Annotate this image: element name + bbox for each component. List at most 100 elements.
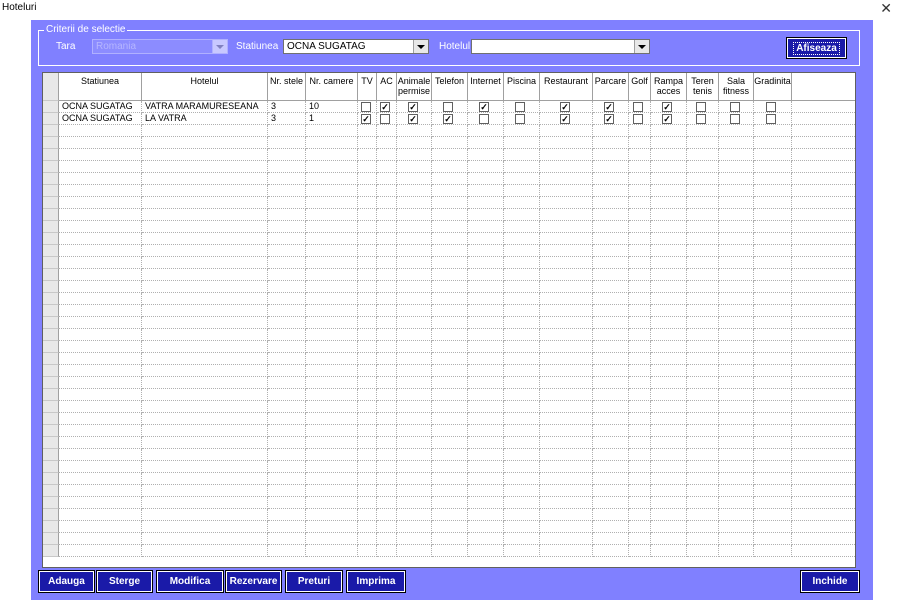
cell-restaurant[interactable] xyxy=(540,413,593,425)
cell-internet[interactable] xyxy=(468,185,504,197)
cell-ac[interactable] xyxy=(377,533,397,545)
cell-piscina[interactable] xyxy=(504,449,540,461)
cell-ac[interactable] xyxy=(377,449,397,461)
cell-animale-permise[interactable] xyxy=(397,521,432,533)
cell-hotelul[interactable] xyxy=(142,257,268,269)
cell-statiunea[interactable] xyxy=(59,425,142,437)
checked-checkbox[interactable]: ✓ xyxy=(604,114,614,124)
cell-rampa-acces[interactable]: ✓ xyxy=(651,101,687,113)
cell-ac[interactable] xyxy=(377,497,397,509)
cell-rampa-acces[interactable] xyxy=(651,209,687,221)
cell-internet[interactable] xyxy=(468,413,504,425)
cell-statiunea[interactable] xyxy=(59,125,142,137)
cell-telefon[interactable] xyxy=(432,137,468,149)
cell-parcare[interactable] xyxy=(593,437,629,449)
cell-tv[interactable] xyxy=(358,209,377,221)
cell-sala-fitness[interactable] xyxy=(719,185,754,197)
cell-golf[interactable] xyxy=(629,149,651,161)
cell-ac[interactable]: ✓ xyxy=(377,101,397,113)
cell-rampa-acces[interactable] xyxy=(651,221,687,233)
cell-nr-stele[interactable] xyxy=(268,509,306,521)
cell-nr-stele[interactable] xyxy=(268,353,306,365)
cell-ac[interactable] xyxy=(377,389,397,401)
cell-internet[interactable] xyxy=(468,521,504,533)
cell-parcare[interactable] xyxy=(593,161,629,173)
cell-tv[interactable] xyxy=(358,329,377,341)
cell-gradinita[interactable] xyxy=(754,149,792,161)
cell-internet[interactable] xyxy=(468,473,504,485)
column-header-tv[interactable]: TV xyxy=(358,73,377,101)
cell-animale-permise[interactable] xyxy=(397,317,432,329)
cell-teren-tenis[interactable] xyxy=(687,413,719,425)
cell-hotelul[interactable] xyxy=(142,173,268,185)
chevron-down-icon[interactable] xyxy=(634,40,649,53)
cell-tv[interactable] xyxy=(358,377,377,389)
cell-gradinita[interactable] xyxy=(754,305,792,317)
checkbox[interactable] xyxy=(696,114,706,124)
cell-piscina[interactable] xyxy=(504,221,540,233)
cell-piscina[interactable] xyxy=(504,425,540,437)
cell-statiunea[interactable] xyxy=(59,245,142,257)
cell-tv[interactable] xyxy=(358,413,377,425)
cell-restaurant[interactable]: ✓ xyxy=(540,101,593,113)
cell-tv[interactable] xyxy=(358,485,377,497)
cell-nr-camere[interactable] xyxy=(306,413,358,425)
table-row[interactable] xyxy=(43,485,855,497)
cell-ac[interactable] xyxy=(377,437,397,449)
cell-internet[interactable] xyxy=(468,137,504,149)
table-row[interactable] xyxy=(43,377,855,389)
column-header-hotelul[interactable]: Hotelul xyxy=(142,73,268,101)
cell-piscina[interactable] xyxy=(504,497,540,509)
cell-internet[interactable] xyxy=(468,449,504,461)
checked-checkbox[interactable]: ✓ xyxy=(408,102,418,112)
cell-parcare[interactable] xyxy=(593,461,629,473)
cell-telefon[interactable] xyxy=(432,281,468,293)
cell-sala-fitness[interactable] xyxy=(719,137,754,149)
cell-statiunea[interactable] xyxy=(59,269,142,281)
table-row[interactable] xyxy=(43,149,855,161)
cell-teren-tenis[interactable] xyxy=(687,305,719,317)
cell-restaurant[interactable] xyxy=(540,197,593,209)
cell-restaurant[interactable] xyxy=(540,281,593,293)
cell-internet[interactable] xyxy=(468,197,504,209)
cell-teren-tenis[interactable] xyxy=(687,149,719,161)
cell-nr-stele[interactable] xyxy=(268,389,306,401)
cell-ac[interactable] xyxy=(377,161,397,173)
cell-sala-fitness[interactable] xyxy=(719,197,754,209)
cell-piscina[interactable] xyxy=(504,125,540,137)
cell-tv[interactable] xyxy=(358,281,377,293)
close-icon[interactable]: ✕ xyxy=(880,0,892,16)
cell-parcare[interactable] xyxy=(593,233,629,245)
cell-sala-fitness[interactable] xyxy=(719,509,754,521)
cell-piscina[interactable] xyxy=(504,413,540,425)
cell-parcare[interactable] xyxy=(593,305,629,317)
table-row[interactable] xyxy=(43,209,855,221)
cell-teren-tenis[interactable] xyxy=(687,497,719,509)
column-header-animale-permise[interactable]: Animale permise xyxy=(397,73,432,101)
cell-telefon[interactable] xyxy=(432,245,468,257)
cell-sala-fitness[interactable] xyxy=(719,245,754,257)
cell-animale-permise[interactable] xyxy=(397,509,432,521)
cell-golf[interactable] xyxy=(629,329,651,341)
cell-hotelul[interactable]: LA VATRA xyxy=(142,113,268,125)
cell-restaurant[interactable] xyxy=(540,449,593,461)
cell-sala-fitness[interactable] xyxy=(719,113,754,125)
cell-nr-camere[interactable]: 1 xyxy=(306,113,358,125)
cell-golf[interactable] xyxy=(629,137,651,149)
cell-piscina[interactable] xyxy=(504,329,540,341)
cell-nr-stele[interactable] xyxy=(268,161,306,173)
cell-piscina[interactable] xyxy=(504,365,540,377)
cell-parcare[interactable] xyxy=(593,365,629,377)
cell-piscina[interactable] xyxy=(504,389,540,401)
reservation-button[interactable]: Rezervare xyxy=(225,570,282,593)
cell-tv[interactable] xyxy=(358,221,377,233)
cell-parcare[interactable] xyxy=(593,389,629,401)
cell-ac[interactable] xyxy=(377,221,397,233)
cell-nr-stele[interactable] xyxy=(268,305,306,317)
cell-animale-permise[interactable] xyxy=(397,413,432,425)
cell-parcare[interactable] xyxy=(593,473,629,485)
cell-nr-camere[interactable] xyxy=(306,497,358,509)
cell-ac[interactable] xyxy=(377,317,397,329)
cell-restaurant[interactable] xyxy=(540,533,593,545)
cell-piscina[interactable] xyxy=(504,545,540,557)
